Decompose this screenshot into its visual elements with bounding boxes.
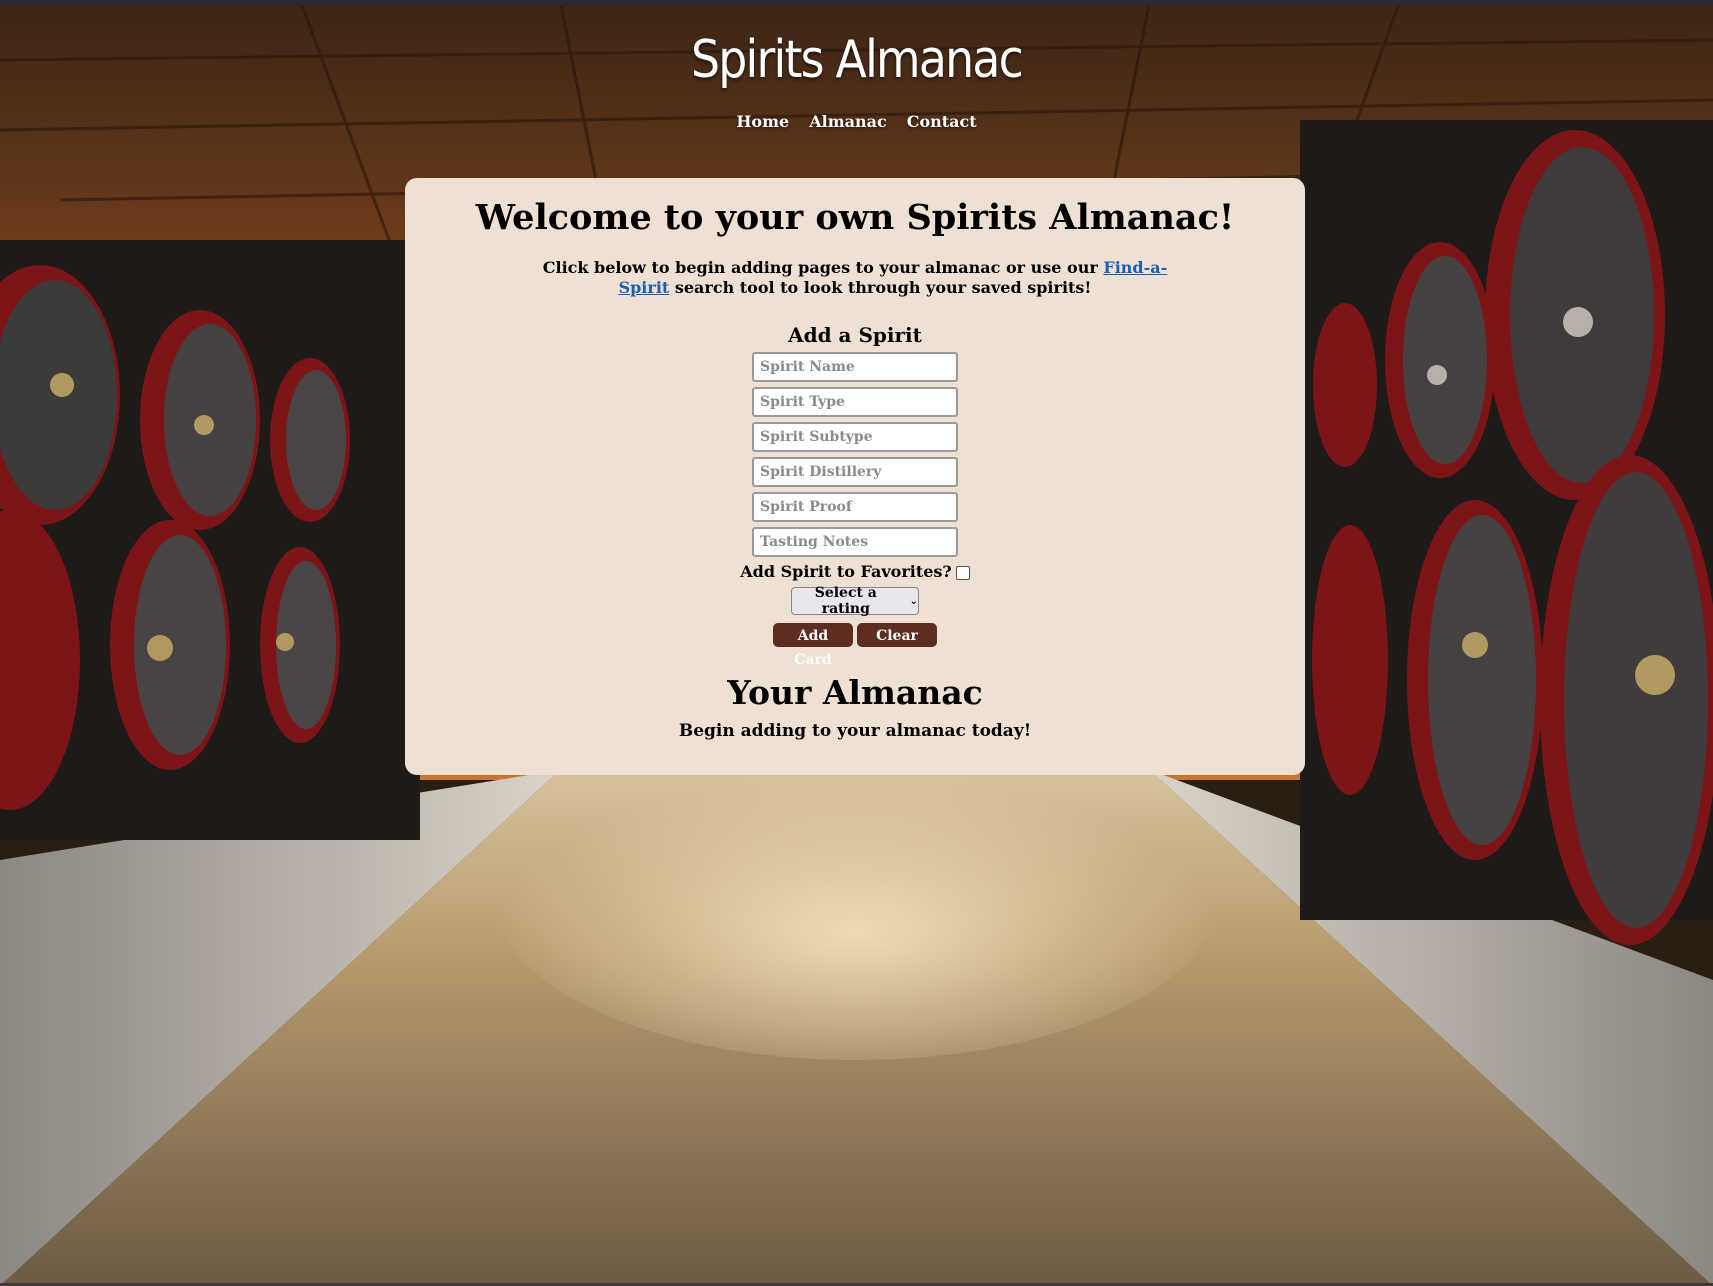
intro-text-before: Click below to begin adding pages to you…	[542, 258, 1104, 277]
nav-link-almanac[interactable]: Almanac	[809, 112, 887, 131]
rating-select[interactable]: Select a rating ⌄	[791, 585, 919, 617]
site-title: Spirits Almanac	[690, 30, 1024, 90]
main-nav: Home Almanac Contact	[0, 112, 1713, 131]
spirit-name-input[interactable]	[752, 352, 958, 382]
nav-link-contact[interactable]: Contact	[907, 112, 977, 131]
add-card-button[interactable]: Add Card	[773, 623, 853, 668]
spirit-type-input[interactable]	[752, 387, 958, 417]
add-spirit-heading: Add a Spirit	[788, 323, 922, 347]
welcome-heading: Welcome to your own Spirits Almanac!	[475, 197, 1235, 238]
site-header: Spirits Almanac Home Almanac Contact	[0, 24, 1713, 131]
spirit-subtype-input[interactable]	[752, 422, 958, 452]
favorites-label: Add Spirit to Favorites?	[740, 562, 952, 581]
form-buttons: Add Card Clear	[405, 623, 1305, 668]
favorites-checkbox[interactable]	[955, 565, 970, 580]
tasting-notes-input[interactable]	[752, 527, 958, 557]
nav-link-home[interactable]: Home	[736, 112, 789, 131]
chevron-down-icon: ⌄	[909, 595, 918, 607]
spirit-proof-input[interactable]	[752, 492, 958, 522]
clear-button[interactable]: Clear	[857, 623, 937, 647]
almanac-card: Welcome to your own Spirits Almanac! Cli…	[405, 178, 1305, 775]
favorites-row: Add Spirit to Favorites?	[405, 562, 1305, 581]
rating-select-value: Select a rating	[814, 585, 877, 617]
your-almanac-heading: Your Almanac	[727, 673, 983, 712]
intro-text-after: search tool to look through your saved s…	[669, 278, 1092, 297]
add-spirit-form: Add a Spirit Add Spirit to Favorites? Se…	[405, 322, 1305, 668]
spirit-distillery-input[interactable]	[752, 457, 958, 487]
intro-text: Click below to begin adding pages to you…	[535, 258, 1175, 298]
almanac-empty-message: Begin adding to your almanac today!	[678, 721, 1032, 741]
